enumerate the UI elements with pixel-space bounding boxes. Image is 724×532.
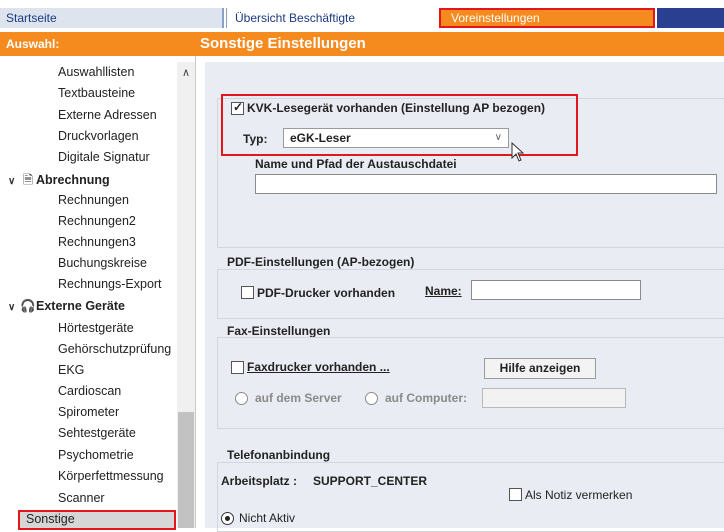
tab-voreinstellungen[interactable]: Voreinstellungen xyxy=(439,8,655,28)
sidebar-item-psychometrie[interactable]: Psychometrie xyxy=(58,448,134,466)
pdf-name-input[interactable] xyxy=(471,280,641,300)
scroll-up-icon[interactable]: ∧ xyxy=(177,66,195,79)
sidebar-group-abrechnung[interactable]: ∨ 🗎 Abrechnung xyxy=(8,171,110,189)
mouse-cursor-icon xyxy=(511,142,525,162)
telefon-section-title: Telefonanbindung xyxy=(227,448,331,462)
scrollbar-thumb[interactable] xyxy=(178,412,194,528)
page-title: Sonstige Einstellungen xyxy=(200,35,366,52)
sidebar-item-label: Sonstige xyxy=(26,512,75,526)
sidebar-item-buchungskreise[interactable]: Buchungskreise xyxy=(58,256,147,274)
sidebar-item-textbausteine[interactable]: Textbausteine xyxy=(58,86,135,104)
main-content: KVK-Lesegerät vorhanden (Einstellung AP … xyxy=(197,56,724,532)
sidebar-item-rechnungen[interactable]: Rechnungen xyxy=(58,193,129,211)
top-tab-bar: Startseite Übersicht Beschäftigte Vorein… xyxy=(0,0,724,30)
headphones-icon: 🎧 xyxy=(20,299,36,313)
sidebar-item-ekg[interactable]: EKG xyxy=(58,363,84,381)
sidebar-item-auswahllisten[interactable]: Auswahllisten xyxy=(58,65,134,83)
chevron-down-icon: ∨ xyxy=(8,302,16,313)
note-checkbox[interactable] xyxy=(509,488,522,501)
sidebar-item-druckvorlagen[interactable]: Druckvorlagen xyxy=(58,129,139,147)
pdf-checkbox-label: PDF-Drucker vorhanden xyxy=(257,286,396,300)
sidebar-item-scanner[interactable]: Scanner xyxy=(58,491,105,509)
pdf-checkbox[interactable] xyxy=(241,286,254,299)
sidebar-item-digitale-signatur[interactable]: Digitale Signatur xyxy=(58,150,150,168)
sidebar: Auswahllisten Textbausteine Externe Adre… xyxy=(0,56,196,530)
workplace-value: SUPPORT_CENTER xyxy=(313,474,428,488)
sidebar-group-label: Externe Geräte xyxy=(36,299,125,313)
path-input[interactable] xyxy=(255,174,717,194)
path-label: Name und Pfad der Austauschdatei xyxy=(255,157,457,171)
pdf-name-label: Name: xyxy=(425,284,462,298)
fax-checkbox[interactable] xyxy=(231,361,244,374)
sidebar-group-label: Abrechnung xyxy=(36,173,110,187)
pdf-section-title: PDF-Einstellungen (AP-bezogen) xyxy=(227,255,415,269)
section-header: Auswahl: Sonstige Einstellungen xyxy=(0,32,724,56)
fax-group xyxy=(217,337,724,429)
help-button[interactable]: Hilfe anzeigen xyxy=(484,358,596,379)
tab-uebersicht-beschaeftigte[interactable]: Übersicht Beschäftigte xyxy=(226,8,436,28)
sidebar-item-sehtestgeraete[interactable]: Sehtestgeräte xyxy=(58,426,136,444)
tab-startseite[interactable]: Startseite xyxy=(0,8,224,28)
workplace-label: Arbeitsplatz : xyxy=(221,474,298,488)
sidebar-item-rechnungs-export[interactable]: Rechnungs-Export xyxy=(58,277,162,295)
document-icon: 🗎 xyxy=(22,173,34,187)
radio-nicht-aktiv[interactable] xyxy=(221,512,234,525)
radio-nicht-aktiv-label: Nicht Aktiv xyxy=(239,511,296,525)
sidebar-item-rechnungen3[interactable]: Rechnungen3 xyxy=(58,235,136,253)
computer-input[interactable] xyxy=(482,388,626,408)
chevron-down-icon: ∨ xyxy=(8,176,16,187)
selection-label: Auswahl: xyxy=(6,37,60,51)
fax-section-title: Fax-Einstellungen xyxy=(227,324,331,338)
tab-bar-filler xyxy=(657,8,724,28)
sidebar-item-externe-adressen[interactable]: Externe Adressen xyxy=(58,108,157,126)
sidebar-item-sonstige[interactable]: Sonstige xyxy=(18,510,176,530)
sidebar-item-rechnungen2[interactable]: Rechnungen2 xyxy=(58,214,136,232)
note-checkbox-label: Als Notiz vermerken xyxy=(525,488,633,502)
sidebar-scrollbar[interactable]: ∧ xyxy=(177,62,195,528)
radio-server-label: auf dem Server xyxy=(255,391,342,405)
sidebar-item-spirometer[interactable]: Spirometer xyxy=(58,405,119,423)
fax-checkbox-label: Faxdrucker vorhanden ... xyxy=(247,360,390,374)
radio-computer[interactable] xyxy=(365,392,378,405)
sidebar-item-cardioscan[interactable]: Cardioscan xyxy=(58,384,121,402)
radio-computer-label: auf Computer: xyxy=(385,391,467,405)
sidebar-item-hoertestgeraete[interactable]: Hörtestgeräte xyxy=(58,321,134,339)
radio-server[interactable] xyxy=(235,392,248,405)
sidebar-item-koerperfettmessung[interactable]: Körperfettmessung xyxy=(58,469,164,487)
sidebar-group-externe-geraete[interactable]: ∨ 🎧Externe Geräte xyxy=(8,299,125,317)
settings-panel: KVK-Lesegerät vorhanden (Einstellung AP … xyxy=(205,62,724,532)
sidebar-item-gehoerschutzpruefung[interactable]: Gehörschutzprüfung xyxy=(58,342,171,360)
